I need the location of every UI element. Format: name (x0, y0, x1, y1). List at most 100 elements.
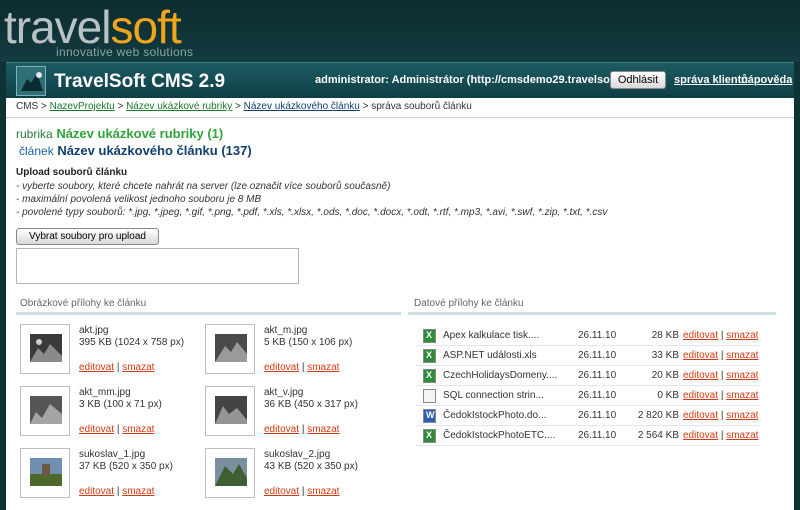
file-size: 0 KB (657, 390, 679, 401)
upload-hint: - vyberte soubory, které chcete nahrát n… (16, 181, 391, 192)
logout-button[interactable]: Odhlásit (610, 71, 666, 89)
file-date: 26.11.10 (578, 430, 617, 441)
action-separator: | (301, 424, 305, 435)
delete-file-link[interactable]: smazat (726, 390, 758, 401)
image-item: akt.jpg 395 KB (1024 x 758 px) editovat … (20, 324, 200, 382)
file-date: 26.11.10 (578, 350, 617, 361)
edit-image-link[interactable]: editovat (79, 362, 114, 373)
image-thumbnail[interactable] (205, 448, 255, 498)
file-size: 2 564 KB (637, 430, 679, 441)
file-name[interactable]: ČedokIstockPhotoETC.... (443, 430, 555, 441)
delete-file-link[interactable]: smazat (726, 370, 758, 381)
image-thumbnail[interactable] (20, 448, 70, 498)
file-row: W ČedokIstockPhoto.do... 26.11.10 2 820 … (416, 406, 760, 426)
file-size: 33 KB (651, 350, 679, 361)
action-separator: | (116, 362, 120, 373)
image-size: 37 KB (520 x 350 px) (79, 461, 173, 472)
image-size: 43 KB (520 x 350 px) (264, 461, 358, 472)
edit-image-link[interactable]: editovat (264, 486, 299, 497)
delete-image-link[interactable]: smazat (122, 424, 154, 435)
image-thumbnail[interactable] (20, 324, 70, 374)
file-name[interactable]: ASP.NET události.xls (443, 350, 537, 361)
client-management-link[interactable]: správa klientů (674, 74, 748, 86)
file-date: 26.11.10 (578, 330, 617, 341)
image-name: akt_m.jpg (264, 325, 308, 336)
delete-image-link[interactable]: smazat (122, 362, 154, 373)
logo-tagline: innovative web solutions (56, 45, 194, 59)
file-size: 20 KB (651, 370, 679, 381)
breadcrumb-article-link[interactable]: Název ukázkového článku (244, 101, 360, 112)
file-row: X Apex kalkulace tisk.... 26.11.10 28 KB… (416, 326, 760, 346)
action-separator: | (301, 362, 305, 373)
edit-file-link[interactable]: editovat (683, 350, 718, 361)
breadcrumb-project-link[interactable]: NazevProjektu (50, 101, 115, 112)
action-separator: | (720, 350, 724, 361)
excel-icon: X (423, 329, 436, 343)
action-separator: | (720, 370, 724, 381)
excel-icon: X (423, 369, 436, 383)
edit-file-link[interactable]: editovat (683, 330, 718, 341)
delete-file-link[interactable]: smazat (726, 330, 758, 341)
file-name[interactable]: Apex kalkulace tisk.... (443, 330, 539, 341)
category-label: rubrika (16, 127, 53, 141)
help-link[interactable]: nápověda (741, 74, 792, 86)
edit-file-link[interactable]: editovat (683, 390, 718, 401)
edit-image-link[interactable]: editovat (79, 424, 114, 435)
image-thumbnail[interactable] (205, 324, 255, 374)
article-label: článek (19, 144, 54, 158)
delete-file-link[interactable]: smazat (726, 410, 758, 421)
image-size: 36 KB (450 x 317 px) (264, 399, 358, 410)
action-separator: | (720, 330, 724, 341)
action-separator: | (116, 424, 120, 435)
main-content: CMS > NazevProjektu > Název ukázkové rub… (6, 98, 794, 510)
article-value: Název ukázkového článku (137) (57, 143, 252, 158)
image-item: akt_mm.jpg 3 KB (100 x 71 px) editovat |… (20, 386, 200, 444)
file-date: 26.11.10 (578, 370, 617, 381)
breadcrumb-separator: > (235, 101, 241, 112)
breadcrumb-category-link[interactable]: Název ukázkové rubriky (126, 101, 232, 112)
generic-file-icon (423, 389, 436, 403)
breadcrumb-separator: > (41, 101, 47, 112)
image-name: akt_mm.jpg (79, 387, 131, 398)
image-size: 5 KB (150 x 106 px) (264, 337, 353, 348)
action-separator: | (720, 410, 724, 421)
file-name[interactable]: CzechHolidaysDomeny.... (443, 370, 557, 381)
edit-file-link[interactable]: editovat (683, 430, 718, 441)
header-bar: TravelSoft CMS 2.9 administrator: Admini… (6, 62, 794, 98)
image-item: sukoslav_2.jpg 43 KB (520 x 350 px) edit… (205, 448, 385, 506)
file-size: 28 KB (651, 330, 679, 341)
edit-image-link[interactable]: editovat (264, 424, 299, 435)
action-separator: | (301, 486, 305, 497)
image-item: sukoslav_1.jpg 37 KB (520 x 350 px) edit… (20, 448, 200, 506)
edit-image-link[interactable]: editovat (79, 486, 114, 497)
image-item: akt_v.jpg 36 KB (450 x 317 px) editovat … (205, 386, 385, 444)
breadcrumb: CMS > NazevProjektu > Název ukázkové rub… (16, 101, 472, 112)
image-thumbnail[interactable] (205, 386, 255, 436)
image-item: akt_m.jpg 5 KB (150 x 106 px) editovat |… (205, 324, 385, 382)
delete-image-link[interactable]: smazat (307, 362, 339, 373)
file-row: X CzechHolidaysDomeny.... 26.11.10 20 KB… (416, 366, 760, 386)
breadcrumb-current: správa souborů článku (371, 101, 472, 112)
edit-image-link[interactable]: editovat (264, 362, 299, 373)
delete-file-link[interactable]: smazat (726, 430, 758, 441)
upload-file-list[interactable] (16, 248, 299, 284)
file-name[interactable]: SQL connection strin... (443, 390, 544, 401)
image-thumbnail[interactable] (20, 386, 70, 436)
delete-file-link[interactable]: smazat (726, 350, 758, 361)
category-heading: rubrika Název ukázkové rubriky (1) (16, 126, 223, 141)
delete-image-link[interactable]: smazat (307, 486, 339, 497)
images-section-title: Obrázkové přílohy ke článku (20, 298, 147, 309)
edit-file-link[interactable]: editovat (683, 410, 718, 421)
delete-image-link[interactable]: smazat (122, 486, 154, 497)
file-date: 26.11.10 (578, 410, 617, 421)
upload-title: Upload souborů článku (16, 167, 128, 178)
edit-file-link[interactable]: editovat (683, 370, 718, 381)
select-files-button[interactable]: Vybrat soubory pro upload (16, 228, 159, 245)
delete-image-link[interactable]: smazat (307, 424, 339, 435)
excel-icon: X (423, 429, 436, 443)
file-row: X ASP.NET události.xls 26.11.10 33 KB ed… (416, 346, 760, 366)
article-heading: článek Název ukázkového článku (137) (19, 143, 252, 158)
action-separator: | (720, 430, 724, 441)
files-section-title: Datové přílohy ke článku (414, 298, 524, 309)
file-name[interactable]: ČedokIstockPhoto.do... (443, 410, 546, 421)
